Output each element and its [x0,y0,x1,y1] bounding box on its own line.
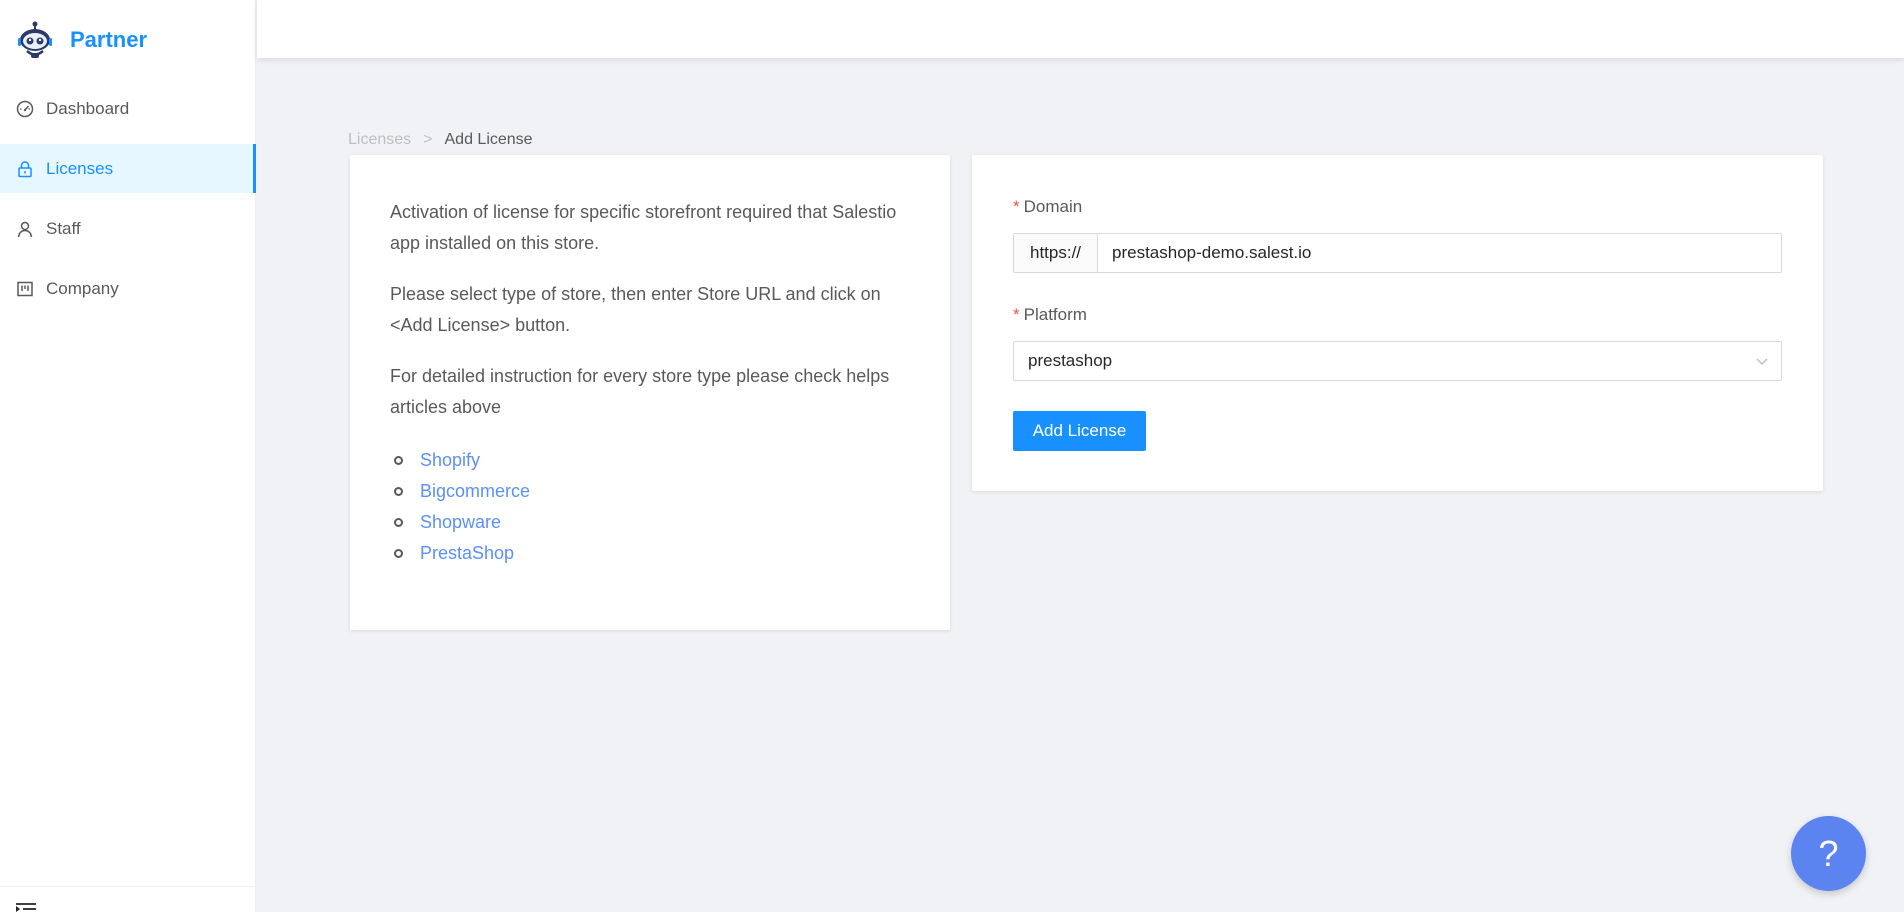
domain-input[interactable] [1098,234,1781,272]
sidebar-item-label: Staff [46,218,81,238]
help-links-list: Shopify Bigcommerce Shopware PrestaShop [390,445,910,569]
link-prestashop[interactable]: PrestaShop [420,538,514,569]
add-license-form: *Domain https:// *Platform prestashop Ad… [972,155,1823,491]
domain-prefix-addon: https:// [1014,234,1098,272]
dashboard-icon [16,100,34,118]
link-shopify[interactable]: Shopify [420,445,480,476]
help-button[interactable]: ? [1791,816,1866,891]
breadcrumb-current: Add License [444,131,533,148]
add-license-button[interactable]: Add License [1013,411,1146,451]
required-mark: * [1013,305,1020,324]
list-item: Bigcommerce [390,476,910,507]
chevron-down-icon [1756,358,1768,366]
sidebar-item-label: Company [46,278,119,298]
list-item: Shopify [390,445,910,476]
bullet-icon [394,456,403,465]
info-paragraph: Please select type of store, then enter … [390,284,881,335]
help-button-label: ? [1818,832,1839,874]
breadcrumb-link-licenses[interactable]: Licenses [348,131,411,149]
breadcrumb-separator: > [423,131,433,148]
sidebar-item-staff[interactable]: Staff [0,204,256,253]
sidebar: Partner Dashboard Licenses Staff Company [0,0,256,912]
info-paragraph: For detailed instruction for every store… [390,366,890,417]
domain-label: * Domain [1013,197,1082,217]
list-item: PrestaShop [390,538,910,569]
robot-logo-icon [18,21,52,58]
company-icon [16,280,34,298]
sidebar-item-label: Licenses [46,158,114,178]
link-shopware[interactable]: Shopware [420,507,501,538]
sidebar-item-company[interactable]: Company [0,264,256,313]
logo[interactable]: Partner [16,18,147,62]
platform-label-text: Platform [1023,305,1087,324]
required-mark: * [1013,197,1020,216]
bullet-icon [394,549,403,558]
logo-text: Partner [70,27,148,52]
list-item: Shopware [390,507,910,538]
sidebar-footer [0,886,256,912]
info-card: Activation of license for specific store… [350,155,950,630]
breadcrumb: Licenses > Add License [348,131,533,149]
menu-fold-icon[interactable] [16,903,36,912]
sidebar-item-licenses[interactable]: Licenses [0,144,256,193]
user-icon [16,220,34,238]
lock-icon [16,160,34,178]
bullet-icon [394,518,403,527]
sidebar-menu: Dashboard Licenses Staff Company [0,84,256,324]
bullet-icon [394,487,403,496]
sidebar-item-label: Dashboard [46,98,130,118]
platform-select[interactable]: prestashop [1013,341,1782,381]
link-bigcommerce[interactable]: Bigcommerce [420,476,530,507]
platform-label: * Platform [1013,305,1087,325]
top-header [257,0,1904,58]
sidebar-item-dashboard[interactable]: Dashboard [0,84,256,133]
domain-input-group: https:// [1013,233,1782,273]
info-paragraph: Activation of license for specific store… [390,202,897,253]
platform-select-value: prestashop [1028,351,1113,370]
domain-label-text: Domain [1023,197,1083,216]
